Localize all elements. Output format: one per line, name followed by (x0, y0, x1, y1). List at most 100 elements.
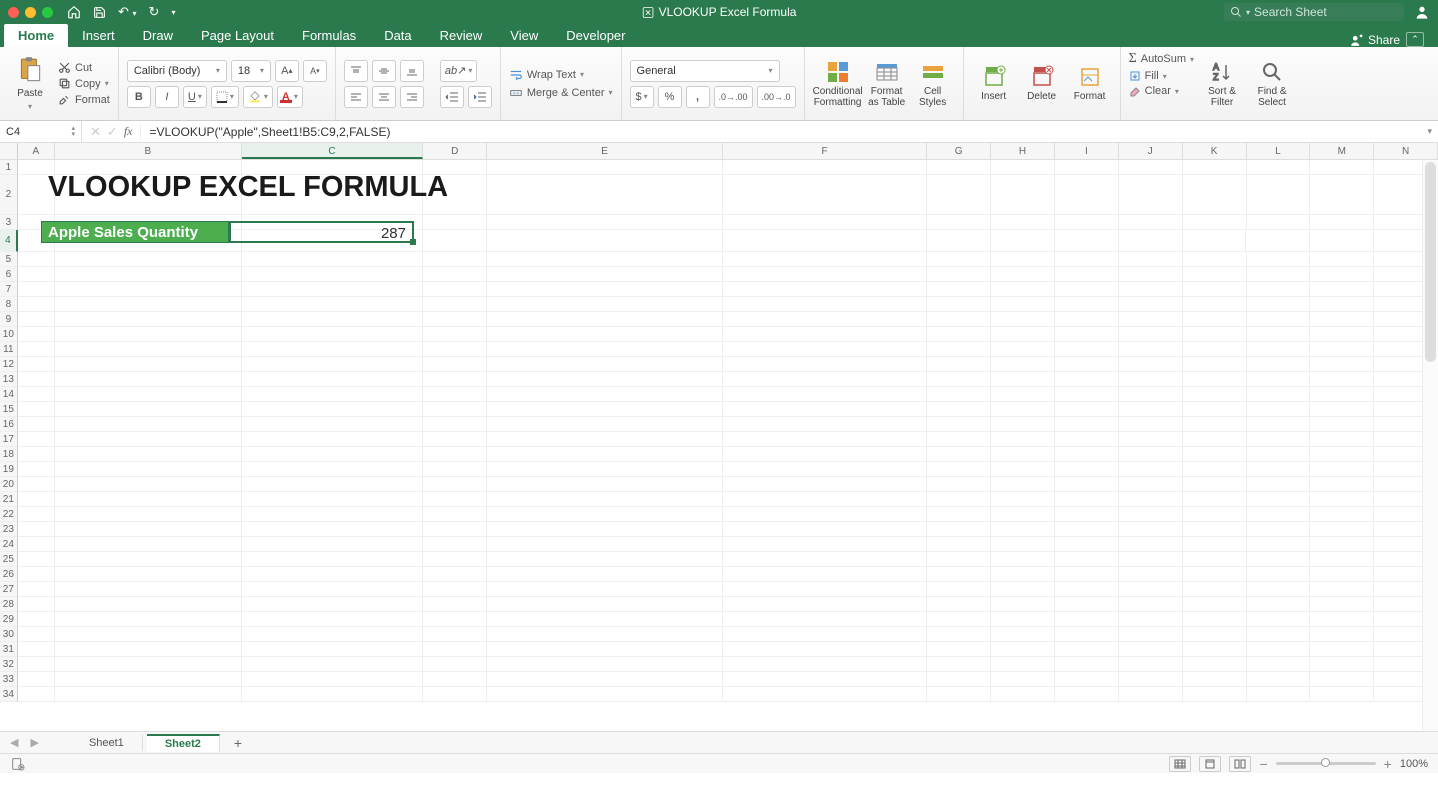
column-header[interactable]: F (723, 143, 927, 159)
tab-draw[interactable]: Draw (129, 24, 187, 47)
increase-indent-button[interactable] (468, 86, 492, 108)
align-center-button[interactable] (372, 86, 396, 108)
enter-formula-button[interactable]: ✓ (107, 124, 118, 140)
sheet-tab-2[interactable]: Sheet2 (147, 734, 220, 752)
column-header[interactable]: I (1055, 143, 1119, 159)
column-header[interactable]: K (1183, 143, 1247, 159)
decrease-font-button[interactable]: A▾ (303, 60, 327, 82)
fx-button[interactable]: fx (124, 124, 133, 139)
prev-sheet-button[interactable]: ◀ (6, 736, 22, 749)
row-header[interactable]: 32 (0, 657, 18, 672)
increase-font-button[interactable]: A▴ (275, 60, 299, 82)
sort-filter-button[interactable]: AZSort & Filter (1200, 51, 1244, 116)
row-header[interactable]: 19 (0, 462, 18, 477)
row-header[interactable]: 21 (0, 492, 18, 507)
clear-button[interactable]: Clear ▾ (1129, 85, 1194, 97)
tab-home[interactable]: Home (4, 24, 68, 47)
column-header[interactable]: C (242, 143, 424, 159)
row-header[interactable]: 28 (0, 597, 18, 612)
copy-button[interactable]: Copy ▾ (58, 77, 110, 90)
collapse-ribbon[interactable]: ⌃ (1406, 32, 1424, 47)
column-header[interactable]: E (487, 143, 723, 159)
page-break-view-button[interactable] (1229, 756, 1251, 772)
decrease-decimal-button[interactable]: .00→.0 (757, 86, 796, 108)
zoom-slider[interactable] (1276, 762, 1376, 765)
bold-button[interactable]: B (127, 86, 151, 108)
border-button[interactable]: ▾ (211, 86, 239, 108)
align-middle-button[interactable] (372, 60, 396, 82)
row-header[interactable]: 18 (0, 447, 18, 462)
cancel-formula-button[interactable]: ✕ (90, 124, 101, 140)
merge-center-button[interactable]: Merge & Center ▾ (509, 86, 613, 100)
autosum-button[interactable]: Σ AutoSum ▾ (1129, 51, 1194, 67)
conditional-formatting-button[interactable]: Conditional Formatting (813, 51, 863, 116)
percent-button[interactable]: % (658, 86, 682, 108)
italic-button[interactable]: I (155, 86, 179, 108)
column-header[interactable]: J (1119, 143, 1183, 159)
column-header[interactable]: B (55, 143, 242, 159)
comma-button[interactable]: , (686, 86, 710, 108)
column-header[interactable]: N (1374, 143, 1438, 159)
row-header[interactable]: 23 (0, 522, 18, 537)
row-header[interactable]: 34 (0, 687, 18, 702)
row-header[interactable]: 14 (0, 387, 18, 402)
underline-button[interactable]: U▾ (183, 86, 207, 108)
delete-cells-button[interactable]: Delete (1020, 51, 1064, 116)
minimize-window[interactable] (25, 7, 36, 18)
formula-input[interactable]: =VLOOKUP("Apple",Sheet1!B5:C9,2,FALSE) (141, 125, 1427, 139)
decrease-indent-button[interactable] (440, 86, 464, 108)
maximize-window[interactable] (42, 7, 53, 18)
column-header[interactable]: A (18, 143, 55, 159)
column-header[interactable]: H (991, 143, 1055, 159)
font-name-combo[interactable]: Calibri (Body)▾ (127, 60, 227, 82)
close-window[interactable] (8, 7, 19, 18)
align-left-button[interactable] (344, 86, 368, 108)
expand-formula-bar[interactable]: ▾ (1427, 126, 1432, 137)
home-icon[interactable] (67, 5, 81, 19)
zoom-in-button[interactable]: + (1384, 756, 1392, 772)
insert-cells-button[interactable]: Insert (972, 51, 1016, 116)
spreadsheet-grid[interactable]: ABCDEFGHIJKLMN 1234567891011121314151617… (0, 143, 1438, 731)
align-bottom-button[interactable] (400, 60, 424, 82)
tab-data[interactable]: Data (370, 24, 425, 47)
cut-button[interactable]: Cut (58, 61, 110, 74)
find-select-button[interactable]: Find & Select (1250, 51, 1294, 116)
wrap-text-button[interactable]: Wrap Text ▾ (509, 68, 613, 82)
fill-color-button[interactable]: ▾ (243, 86, 273, 108)
row-header[interactable]: 30 (0, 627, 18, 642)
row-header[interactable]: 8 (0, 297, 18, 312)
format-as-table-button[interactable]: Format as Table (865, 51, 909, 116)
row-header[interactable]: 4 (0, 230, 18, 252)
tab-formulas[interactable]: Formulas (288, 24, 370, 47)
row-header[interactable]: 3 (0, 215, 18, 230)
tab-review[interactable]: Review (426, 24, 497, 47)
zoom-out-button[interactable]: − (1259, 756, 1267, 772)
increase-decimal-button[interactable]: .0→.00 (714, 86, 753, 108)
format-cells-button[interactable]: Format (1068, 51, 1112, 116)
paste-button[interactable]: Paste ▾ (8, 56, 52, 112)
column-header[interactable]: L (1247, 143, 1311, 159)
row-header[interactable]: 25 (0, 552, 18, 567)
align-top-button[interactable] (344, 60, 368, 82)
redo-icon[interactable]: ↻ (149, 4, 160, 20)
row-header[interactable]: 13 (0, 372, 18, 387)
macro-record-icon[interactable] (10, 756, 26, 772)
column-header[interactable]: M (1310, 143, 1374, 159)
font-color-button[interactable]: A▾ (277, 86, 303, 108)
align-right-button[interactable] (400, 86, 424, 108)
row-header[interactable]: 11 (0, 342, 18, 357)
row-header[interactable]: 29 (0, 612, 18, 627)
row-header[interactable]: 15 (0, 402, 18, 417)
page-layout-view-button[interactable] (1199, 756, 1221, 772)
row-header[interactable]: 22 (0, 507, 18, 522)
search-sheet-input[interactable]: ▾ Search Sheet (1224, 3, 1404, 21)
column-header[interactable]: G (927, 143, 991, 159)
row-header[interactable]: 9 (0, 312, 18, 327)
cell-styles-button[interactable]: Cell Styles (911, 51, 955, 116)
font-size-combo[interactable]: 18▾ (231, 60, 271, 82)
fill-button[interactable]: Fill ▾ (1129, 70, 1194, 82)
row-header[interactable]: 6 (0, 267, 18, 282)
row-header[interactable]: 24 (0, 537, 18, 552)
zoom-level[interactable]: 100% (1400, 758, 1428, 770)
add-sheet-button[interactable]: + (224, 735, 252, 751)
